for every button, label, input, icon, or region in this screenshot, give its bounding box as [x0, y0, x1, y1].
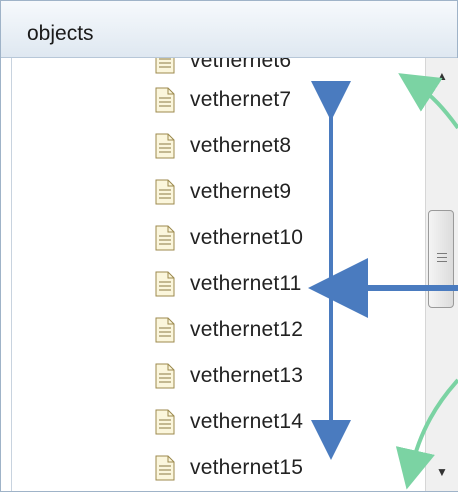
list-item-label: vethernet11 — [190, 272, 302, 295]
list-item-label: vethernet10 — [190, 226, 304, 249]
list-item-label: vethernet13 — [190, 364, 304, 387]
list-item[interactable]: vethernet8 — [154, 126, 291, 166]
vertical-scrollbar[interactable]: ▲ ▼ — [425, 58, 458, 491]
document-icon — [154, 133, 176, 159]
grip-line — [437, 257, 447, 258]
objects-panel: objects vethernet6 vethernet7 vethernet8 — [0, 0, 458, 492]
chevron-up-icon: ▲ — [436, 69, 448, 83]
document-icon — [154, 179, 176, 205]
document-icon — [154, 317, 176, 343]
scroll-down-button[interactable]: ▼ — [428, 458, 456, 486]
list-item-label: vethernet12 — [190, 318, 304, 341]
grip-line — [437, 253, 447, 254]
list-item-label: vethernet15 — [190, 456, 304, 479]
list-item[interactable]: vethernet10 — [154, 218, 303, 258]
objects-list[interactable]: vethernet6 vethernet7 vethernet8 vethern… — [11, 58, 426, 491]
chevron-down-icon: ▼ — [436, 465, 448, 479]
scroll-thumb[interactable] — [428, 210, 454, 308]
list-item-label: vethernet6 — [190, 58, 292, 72]
list-item[interactable]: vethernet14 — [154, 402, 303, 442]
list-item-label: vethernet8 — [190, 134, 292, 157]
document-icon — [154, 87, 176, 113]
document-icon — [154, 363, 176, 389]
document-icon — [154, 58, 176, 74]
list-item[interactable]: vethernet7 — [154, 80, 291, 120]
list-item[interactable]: vethernet9 — [154, 172, 291, 212]
document-icon — [154, 409, 176, 435]
list-item-label: vethernet14 — [190, 410, 304, 433]
list-item[interactable]: vethernet13 — [154, 356, 303, 396]
list-item[interactable]: vethernet6 — [154, 58, 291, 81]
list-item[interactable]: vethernet11 — [154, 264, 302, 304]
panel-header: objects — [1, 1, 457, 58]
list-item-label: vethernet7 — [190, 88, 292, 111]
grip-line — [437, 261, 447, 262]
panel-title: objects — [27, 22, 94, 45]
document-icon — [154, 225, 176, 251]
list-item-label: vethernet9 — [190, 180, 292, 203]
list-item[interactable]: vethernet15 — [154, 448, 303, 488]
document-icon — [154, 271, 176, 297]
document-icon — [154, 455, 176, 481]
scroll-up-button[interactable]: ▲ — [428, 62, 456, 90]
list-item[interactable]: vethernet12 — [154, 310, 303, 350]
